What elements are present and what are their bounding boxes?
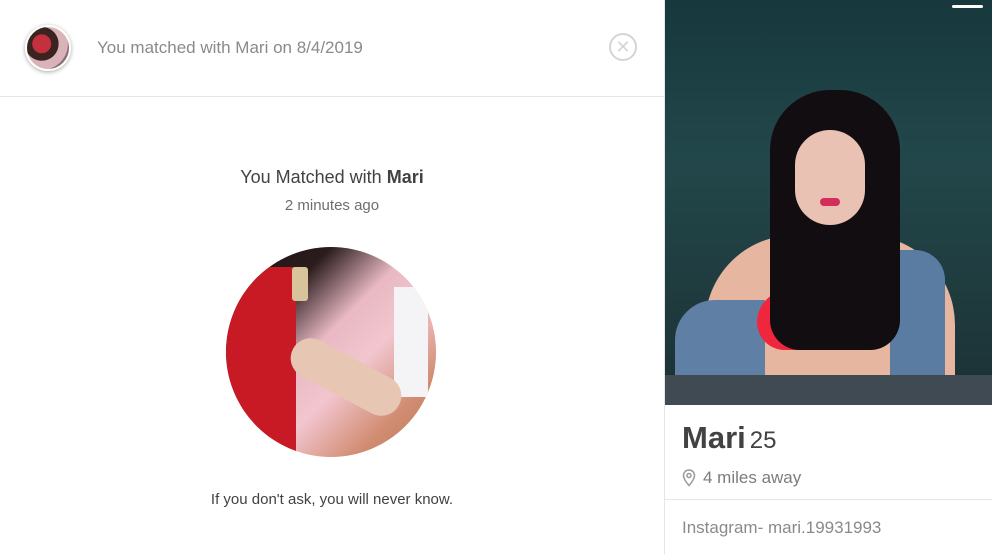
profile-distance: 4 miles away [682, 468, 801, 488]
profile-name-age: Mari 25 [682, 420, 776, 456]
match-profile-photo[interactable] [226, 247, 436, 457]
photo-page-indicator[interactable] [952, 5, 983, 8]
profile-photo[interactable] [665, 0, 992, 405]
close-symbol: ✕ [615, 37, 631, 57]
match-title-name: Mari [386, 167, 424, 187]
match-title-prefix: You Matched with [240, 167, 387, 187]
profile-name: Mari [682, 420, 746, 455]
profile-instagram: Instagram- mari.19931993 [682, 518, 882, 537]
match-date-text: You matched with Mari on 8/4/2019 [97, 38, 363, 57]
profile-age: 25 [749, 427, 777, 454]
close-icon[interactable]: ✕ [609, 33, 637, 61]
distance-text: 4 miles away [703, 468, 802, 487]
location-pin-icon [682, 469, 696, 487]
divider [665, 499, 992, 500]
match-title: You Matched with Mari [0, 167, 664, 188]
profile-panel: Mari 25 4 miles away Instagram- mari.1993… [664, 0, 992, 554]
chat-panel: You matched with Mari on 8/4/2019 ✕ You … [0, 0, 664, 554]
match-avatar[interactable] [25, 25, 71, 71]
match-time: 2 minutes ago [284, 197, 380, 214]
chat-header: You matched with Mari on 8/4/2019 ✕ [0, 0, 664, 97]
profile-bio: If you don't ask, you will never know. [210, 491, 454, 508]
